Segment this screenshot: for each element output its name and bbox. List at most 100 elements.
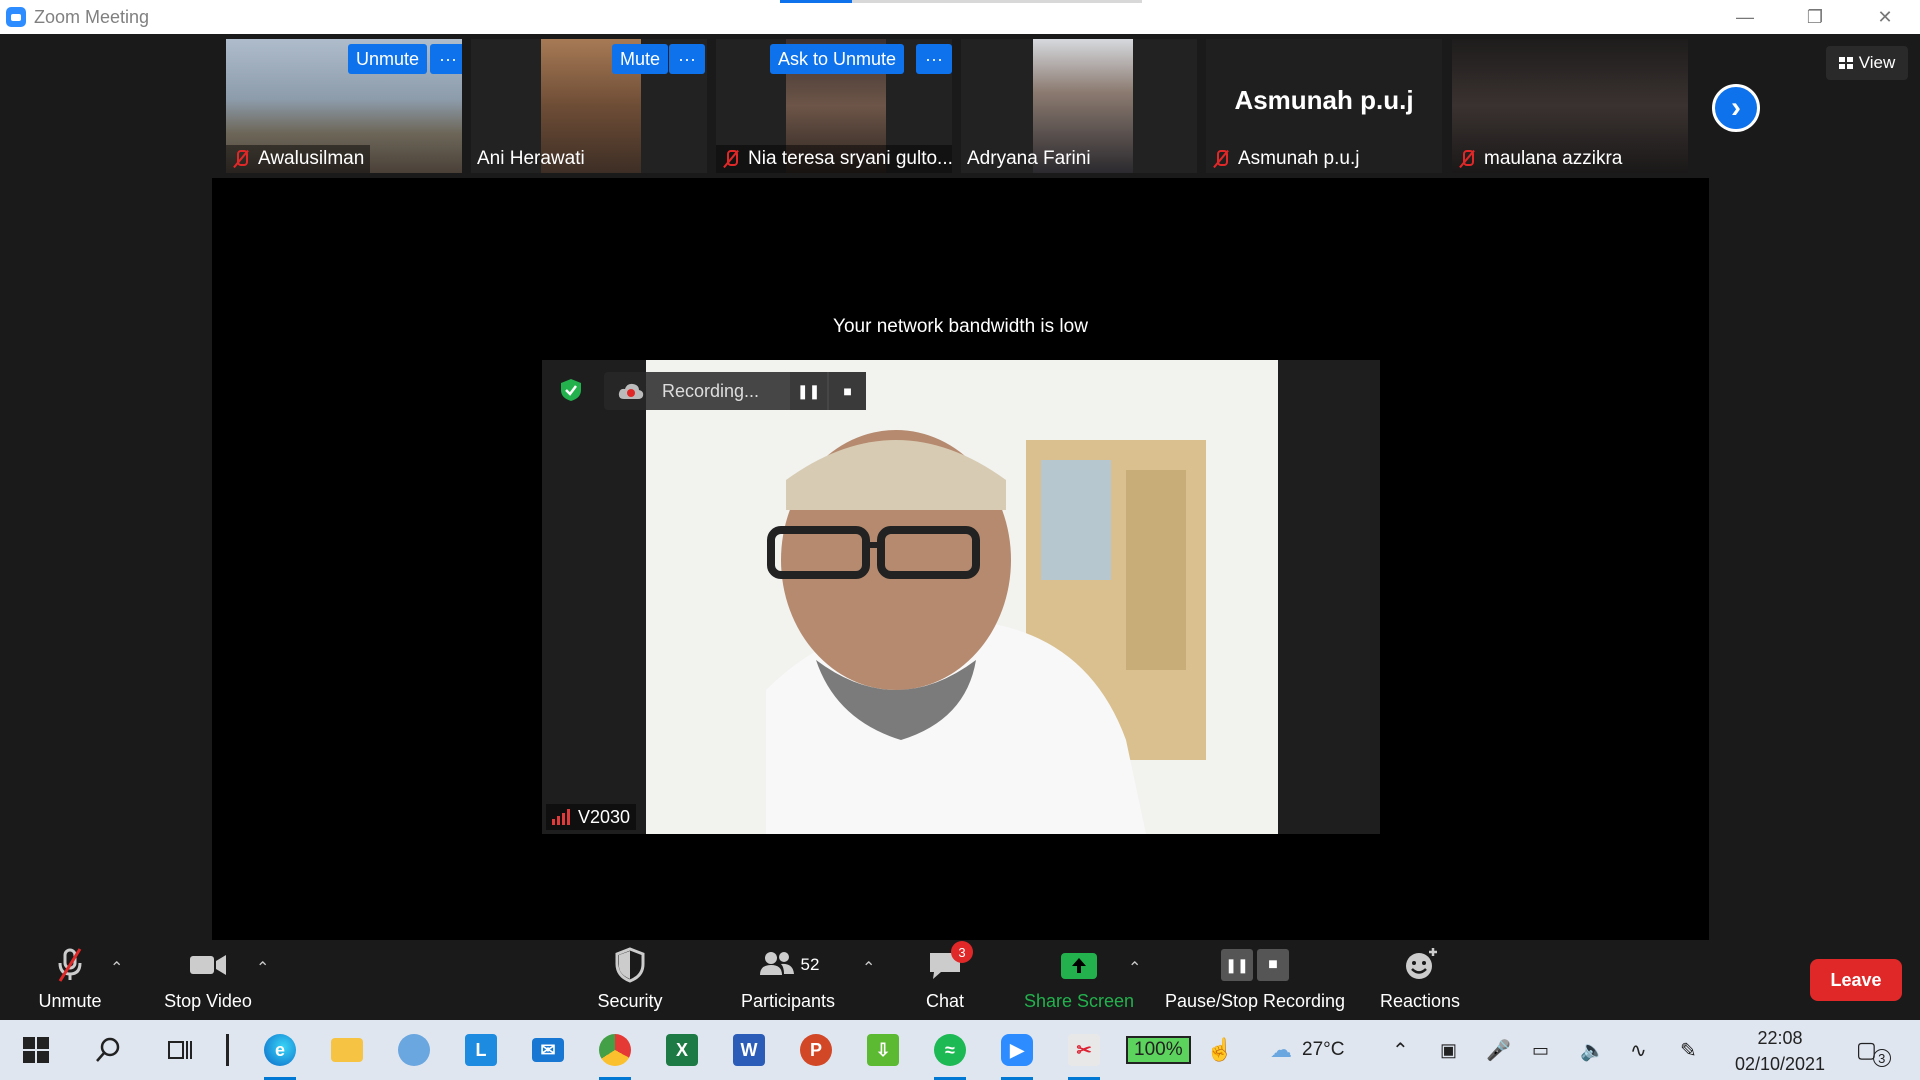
chat-button[interactable]: 3 Chat (915, 940, 975, 1020)
participant-name: maulana azzikra (1484, 148, 1623, 169)
participant-name-bar: Ani Herawati (471, 145, 591, 173)
view-button[interactable]: View (1826, 46, 1908, 80)
unmute-button[interactable]: Unmute (30, 940, 110, 1020)
clock-time: 22:08 (1757, 1028, 1803, 1048)
windows-start-icon[interactable] (14, 1028, 58, 1072)
wifi-icon[interactable]: ∿ (1630, 1020, 1647, 1080)
edge-icon[interactable]: e (258, 1028, 302, 1080)
weak-signal-icon (552, 809, 570, 825)
mic-muted-icon (50, 947, 90, 983)
unmute-participant-button[interactable]: Unmute (348, 44, 428, 74)
participant-tile[interactable]: Unmute ··· Awalusilman (226, 39, 462, 173)
participant-tile[interactable]: Adryana Farini (961, 39, 1197, 173)
recording-controls-icon: ❚❚ ■ (1219, 947, 1291, 983)
share-screen-label: Share Screen (1023, 991, 1135, 1011)
security-label: Security (597, 991, 663, 1011)
chat-bubble-icon: 3 (925, 941, 973, 983)
pause-recording-icon[interactable]: ❚❚ (790, 372, 828, 410)
restore-icon[interactable]: ❐ (1780, 0, 1850, 34)
participant-name: Nia teresa sryani gulto... (748, 148, 952, 169)
battery-icon[interactable]: ▭ (1532, 1020, 1549, 1080)
encryption-shield-icon[interactable] (560, 378, 582, 402)
more-options-button[interactable]: ··· (916, 44, 952, 74)
participant-name-bar: Awalusilman (226, 145, 371, 173)
powerpoint-icon[interactable]: P (794, 1028, 838, 1072)
mail-icon[interactable]: ✉ (526, 1028, 570, 1072)
active-speaker-video (646, 360, 1278, 834)
reactions-smiley-icon (1400, 947, 1440, 983)
participants-label: Participants (740, 991, 836, 1011)
cloud-recording-icon (618, 382, 644, 400)
leave-button[interactable]: Leave (1810, 959, 1902, 1001)
participant-name-bar: Asmunah p.u.j (1206, 145, 1365, 173)
video-camera-icon (188, 947, 228, 983)
microphone-icon[interactable]: 🎤 (1486, 1020, 1511, 1080)
mic-muted-icon (722, 149, 740, 169)
video-options-caret-icon[interactable]: ⌃ (256, 958, 269, 978)
participants-options-caret-icon[interactable]: ⌃ (862, 958, 875, 978)
participant-name-bar: maulana azzikra (1452, 145, 1628, 173)
speaker-name-bar: V2030 (546, 804, 637, 830)
security-shield-icon (610, 947, 650, 983)
participant-tile[interactable]: Asmunah p.u.j Asmunah p.u.j (1206, 39, 1442, 173)
notifications-icon[interactable]: ▢ 3 (1856, 1020, 1891, 1080)
task-view-icon[interactable] (158, 1028, 202, 1072)
audio-options-caret-icon[interactable]: ⌃ (110, 958, 123, 978)
participant-name: Asmunah p.u.j (1238, 148, 1360, 169)
reactions-button[interactable]: Reactions (1374, 940, 1466, 1020)
participant-name: Awalusilman (258, 148, 365, 169)
volume-icon[interactable]: 🔈 (1580, 1020, 1605, 1080)
meeting-window: Unmute ··· Awalusilman Mute ··· Ani Hera… (0, 34, 1920, 940)
cloud-app-icon[interactable] (392, 1028, 436, 1072)
more-options-button[interactable]: ··· (669, 44, 705, 74)
touch-keyboard-icon[interactable]: ☝ (1206, 1020, 1233, 1080)
zoom-app-icon (6, 7, 26, 27)
stop-video-button[interactable]: Stop Video (160, 940, 256, 1020)
participant-tile[interactable]: Ask to Unmute ··· Nia teresa sryani gult… (716, 39, 952, 173)
show-hidden-icons-icon[interactable]: ⌃ (1392, 1020, 1409, 1080)
mute-participant-button[interactable]: Mute (612, 44, 669, 74)
ask-to-unmute-button[interactable]: Ask to Unmute (770, 44, 905, 74)
active-speaker-tile[interactable]: Recording... ❚❚ ■ V2030 (542, 360, 1380, 834)
snipping-tool-icon[interactable]: ✂ (1062, 1028, 1106, 1080)
participant-display-name: Asmunah p.u.j (1234, 85, 1414, 115)
weather-widget[interactable]: ☁ 27°C (1270, 1020, 1344, 1080)
system-clock[interactable]: 22:08 02/10/2021 (1730, 1025, 1830, 1077)
mic-muted-icon (1458, 149, 1476, 169)
pause-stop-recording-button[interactable]: ❚❚ ■ Pause/Stop Recording (1162, 940, 1348, 1020)
more-options-button[interactable]: ··· (430, 44, 462, 74)
reactions-label: Reactions (1379, 991, 1461, 1011)
share-screen-button[interactable]: Share Screen (1022, 940, 1136, 1020)
meet-now-icon[interactable]: ▣ (1440, 1020, 1457, 1080)
stop-recording-icon[interactable]: ■ (829, 372, 866, 410)
grid-view-icon (1838, 57, 1853, 69)
recording-label: Recording... (662, 380, 760, 401)
cloud-rain-icon: ☁ (1270, 1037, 1292, 1062)
search-icon[interactable] (86, 1028, 130, 1072)
zoom-icon[interactable]: ▶ (995, 1028, 1039, 1080)
battery-indicator[interactable]: 100% (1126, 1020, 1191, 1080)
excel-icon[interactable]: X (660, 1028, 704, 1072)
unmute-label: Unmute (38, 991, 102, 1011)
participant-tile[interactable]: maulana azzikra (1452, 39, 1688, 173)
word-icon[interactable]: W (727, 1028, 771, 1072)
file-explorer-icon[interactable] (325, 1028, 369, 1072)
mic-muted-icon (232, 149, 250, 169)
spotify-icon[interactable]: ≈ (928, 1028, 972, 1080)
chat-label: Chat (925, 991, 965, 1011)
mic-muted-icon (1212, 149, 1230, 169)
share-options-caret-icon[interactable]: ⌃ (1128, 958, 1141, 978)
recording-controls-label: Pause/Stop Recording (1164, 991, 1346, 1011)
l-app-icon[interactable]: L (459, 1028, 503, 1072)
close-icon[interactable]: ✕ (1850, 0, 1920, 34)
pen-icon[interactable]: ✎ (1680, 1020, 1697, 1080)
next-page-arrow-icon[interactable]: › (1712, 84, 1760, 132)
security-button[interactable]: Security (590, 940, 670, 1020)
participants-button[interactable]: 52 Participants (735, 940, 841, 1020)
progress-indicator (780, 0, 852, 3)
download-app-icon[interactable]: ⇩ (861, 1028, 905, 1072)
participant-name: Ani Herawati (477, 148, 585, 169)
participant-tile[interactable]: Mute ··· Ani Herawati (471, 39, 707, 173)
minimize-icon[interactable]: — (1710, 0, 1780, 34)
chrome-icon[interactable] (593, 1028, 637, 1080)
